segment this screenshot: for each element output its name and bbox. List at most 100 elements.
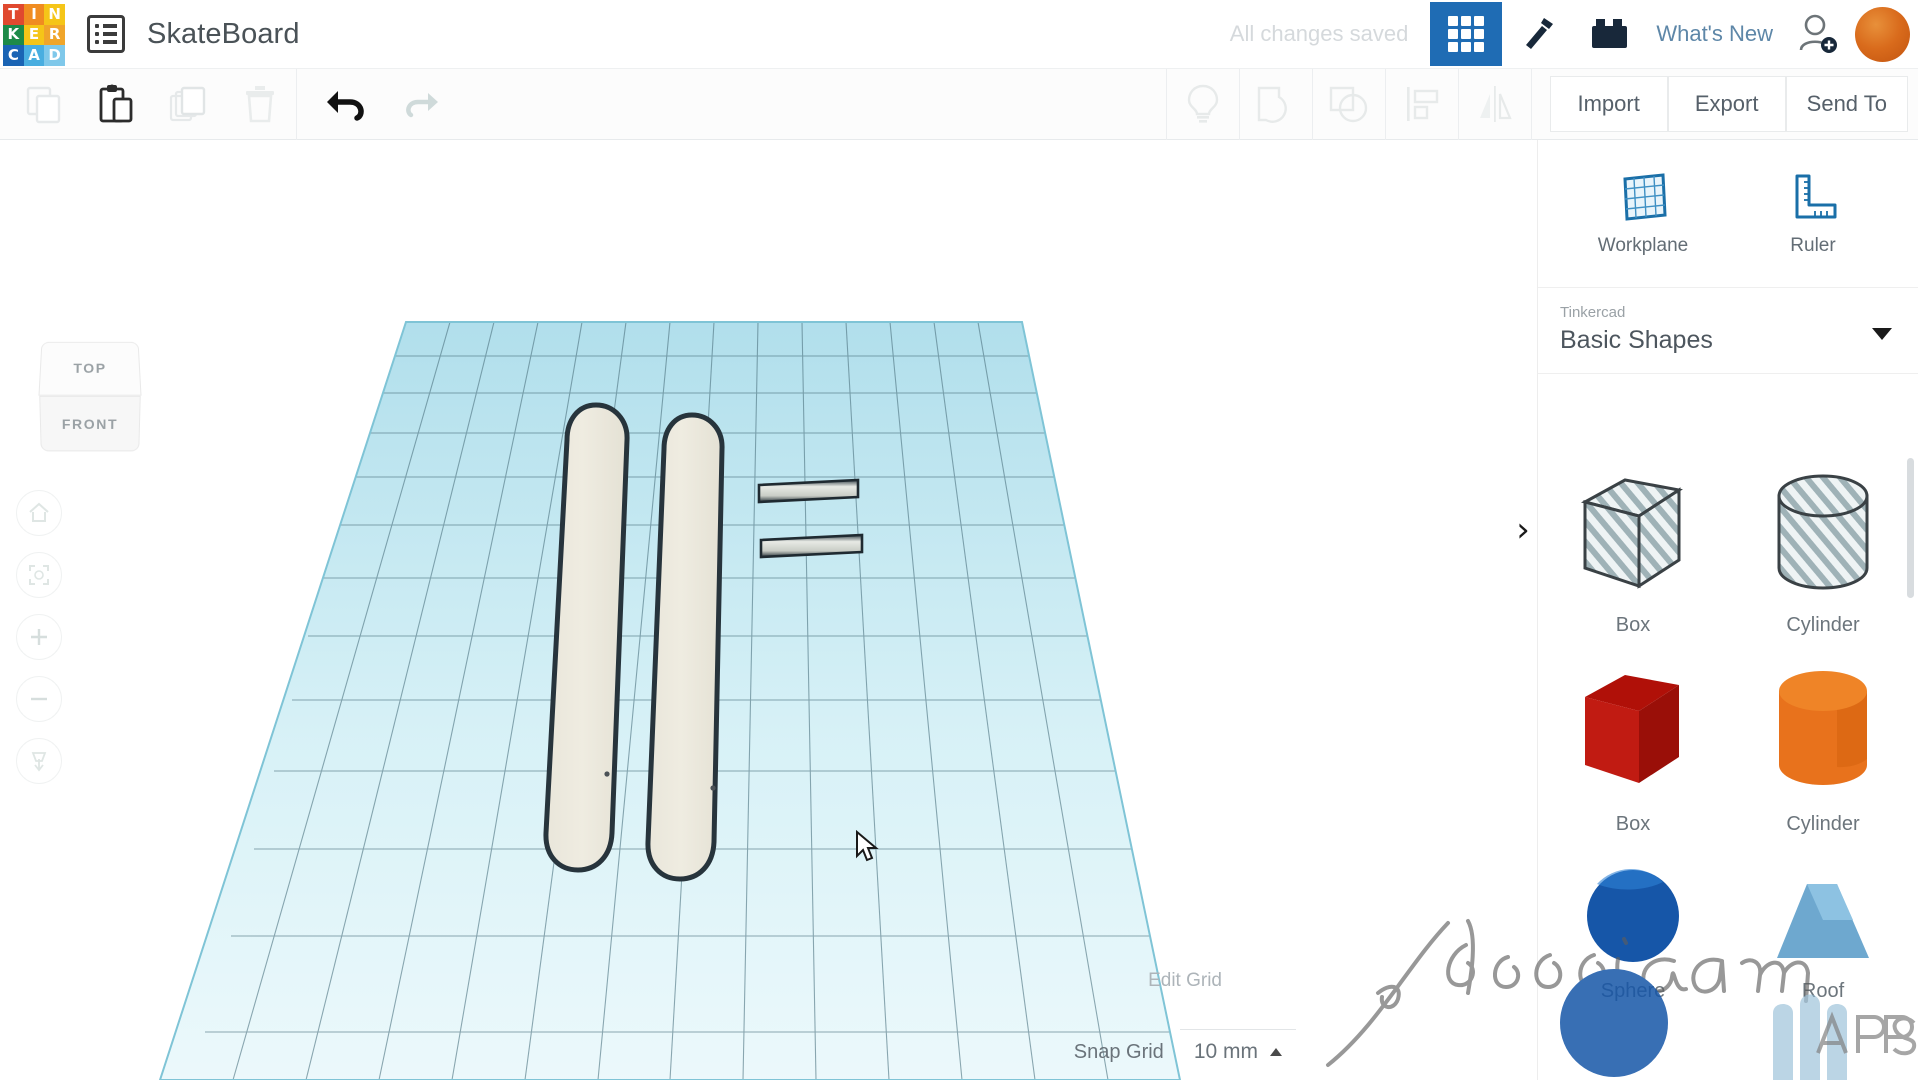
shape-library-dropdown[interactable]: Tinkercad Basic Shapes [1538, 288, 1918, 374]
duplicate-button[interactable] [152, 69, 224, 140]
workplane-grid-icon [1623, 172, 1667, 221]
logo-tile-e: E [23, 24, 45, 46]
list-menu-icon[interactable] [87, 15, 125, 53]
shape-row-2: Box Cylinder [1538, 643, 1918, 842]
logo-tile-k: K [3, 24, 24, 46]
top-bar: T I N K E R C A D SkateBoard All changes… [0, 0, 1918, 68]
invite-people-button[interactable] [1787, 12, 1849, 56]
mirror-icon [1479, 86, 1512, 122]
tinkercad-window: T I N K E R C A D SkateBoard All changes… [0, 0, 1918, 1080]
tab-blocks[interactable] [1574, 2, 1646, 66]
snap-grid-select[interactable]: 10 mm [1179, 1029, 1296, 1068]
shape-label: Box [1615, 614, 1651, 636]
snap-grid-row: Snap Grid 10 mm [1074, 1029, 1296, 1068]
export-button[interactable]: Export [1667, 76, 1786, 132]
fit-to-view-button[interactable] [16, 552, 62, 598]
shapes-panel: › Workplane Ruler Tinkercad Basic Shapes… [1516, 140, 1918, 1080]
grid-3x3-icon [1448, 16, 1485, 52]
undo-arrow-icon [327, 91, 364, 121]
solid-sphere-icon [1587, 869, 1679, 962]
shape-label: Cylinder [1786, 614, 1860, 636]
hammer-icon [1526, 18, 1554, 49]
home-view-button[interactable] [16, 490, 62, 536]
perspective-box-icon [31, 752, 47, 772]
caret-up-icon [1270, 1048, 1282, 1056]
grid-controls: Edit Grid Snap Grid 10 mm [1002, 952, 1522, 1080]
ungroup-button[interactable] [1313, 69, 1385, 140]
solid-roof-icon [1777, 884, 1869, 958]
duplicate-icon [169, 86, 206, 122]
mirror-button[interactable] [1459, 69, 1531, 140]
logo-tile-d: D [44, 45, 65, 66]
show-hide-button[interactable] [1167, 69, 1239, 140]
zoom-out-button[interactable] [16, 676, 62, 722]
logo-tile-n: N [44, 4, 65, 25]
mouse-pointer-cursor [856, 830, 879, 862]
shape-solid-box[interactable]: Box [1538, 643, 1728, 842]
shape-solid-roof[interactable]: Roof [1728, 842, 1918, 1009]
align-button[interactable] [1386, 69, 1458, 140]
add-person-icon [1799, 14, 1837, 53]
truck-bar-bottom [759, 533, 864, 559]
ungroup-shapes-icon [1329, 86, 1367, 123]
panel-scrollbar[interactable] [1907, 458, 1914, 598]
page-title[interactable]: SkateBoard [147, 18, 300, 51]
shape-label: Box [1615, 813, 1651, 835]
paste-icon [99, 84, 133, 123]
paste-button[interactable] [80, 69, 152, 140]
hole-cylinder-icon [1777, 474, 1869, 590]
shape-solid-sphere[interactable]: Sphere [1538, 842, 1728, 1009]
tab-codeblocks[interactable] [1502, 2, 1574, 66]
logo-tile-t: T [3, 4, 24, 25]
workplane-tool[interactable]: Workplane [1583, 171, 1703, 257]
shape-solid-cylinder[interactable]: Cylinder [1728, 643, 1918, 842]
snap-grid-label: Snap Grid [1073, 1041, 1164, 1063]
shape-gallery[interactable]: Box Cylinder Box Cylinder Sphere Roof [1538, 436, 1918, 1080]
group-shapes-icon [1257, 86, 1287, 123]
view-nav-controls [8, 490, 70, 800]
workplane-tool-label: Workplane [1597, 234, 1689, 256]
snap-grid-value: 10 mm [1193, 1040, 1258, 1063]
logo-tile-r: R [44, 24, 65, 46]
tinkercad-logo[interactable]: T I N K E R C A D [3, 4, 65, 66]
delete-button[interactable] [224, 69, 296, 140]
solid-box-icon [1585, 675, 1679, 783]
import-button[interactable]: Import [1549, 76, 1668, 132]
tab-design[interactable] [1430, 2, 1503, 66]
3d-viewport[interactable]: TOP FRONT [0, 140, 1537, 1080]
shape-label: Cylinder [1786, 813, 1860, 835]
group-button[interactable] [1240, 69, 1312, 140]
shape-label: Roof [1801, 980, 1845, 1002]
solid-cylinder-icon [1779, 671, 1867, 785]
edit-grid-button[interactable]: Edit Grid [1148, 970, 1222, 992]
toolbar-divider [296, 68, 297, 140]
ruler-tool[interactable]: Ruler [1753, 171, 1873, 257]
toolbar-divider-7 [1530, 68, 1532, 140]
library-kicker: Tinkercad [1560, 304, 1626, 321]
library-value: Basic Shapes [1560, 326, 1713, 354]
save-status: All changes saved [1229, 21, 1409, 46]
avatar[interactable] [1855, 6, 1910, 62]
redo-button[interactable] [383, 69, 455, 140]
view-cube-front[interactable]: FRONT [39, 395, 141, 452]
logo-tile-i: I [23, 4, 45, 25]
send-to-button[interactable]: Send To [1785, 76, 1908, 132]
whats-new-link[interactable]: What's New [1656, 21, 1773, 47]
workplane-scene [158, 321, 1182, 1080]
chevron-right-icon[interactable]: › [1508, 500, 1538, 560]
ortho-perspective-toggle[interactable] [16, 738, 62, 784]
logo-tile-a: A [23, 45, 45, 66]
trash-icon [246, 86, 274, 123]
shape-hole-box[interactable]: Box [1538, 448, 1728, 643]
ruler-tool-label: Ruler [1790, 234, 1836, 256]
redo-arrow-icon [406, 93, 438, 118]
view-cube-top[interactable]: TOP [38, 341, 142, 396]
shape-hole-cylinder[interactable]: Cylinder [1728, 448, 1918, 643]
view-cube[interactable]: TOP FRONT [38, 340, 142, 452]
copy-icon [26, 86, 61, 124]
copy-button[interactable] [8, 69, 80, 140]
home-icon [29, 502, 49, 522]
undo-button[interactable] [311, 69, 383, 140]
align-icon [1406, 87, 1438, 121]
zoom-in-button[interactable] [16, 614, 62, 660]
